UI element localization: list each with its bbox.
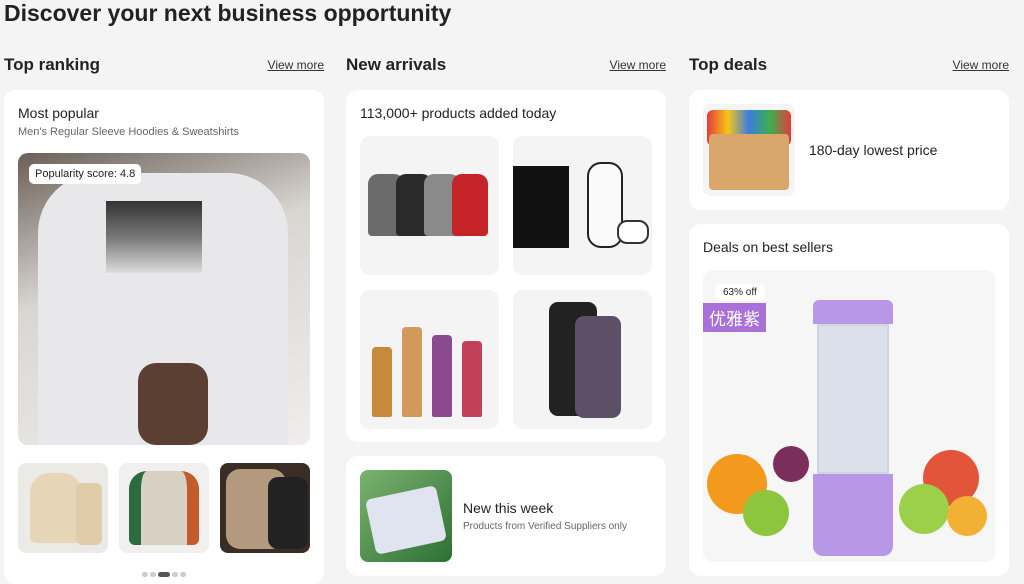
top-ranking-header: Top ranking View more (4, 50, 324, 80)
hero-product-image[interactable]: Popularity score: 4.8 (18, 153, 310, 445)
most-popular-card[interactable]: Most popular Men's Regular Sleeve Hoodie… (4, 90, 324, 584)
top-deals-header: Top deals View more (689, 50, 1009, 80)
new-arrivals-heading: New arrivals (346, 55, 447, 74)
best-sellers-card[interactable]: Deals on best sellers 优雅紫 63% off (689, 224, 1009, 576)
popularity-value: 4.8 (120, 168, 136, 180)
sweatshirt-print (106, 201, 202, 273)
new-arrivals-header: New arrivals View more (346, 50, 666, 80)
product-tile-phone[interactable] (513, 290, 652, 429)
new-arrivals-card[interactable]: 113,000+ products added today (346, 90, 666, 442)
most-popular-subtitle: Men's Regular Sleeve Hoodies & Sweatshir… (18, 126, 239, 138)
model-arm (138, 363, 208, 445)
product-thumbnails (18, 463, 310, 553)
lowest-price-card[interactable]: 180-day lowest price (689, 90, 1009, 210)
blender-image[interactable]: 优雅紫 63% off (703, 270, 995, 562)
blender-product (813, 300, 893, 556)
snack-box-image (703, 104, 795, 196)
popularity-label: Popularity score: (35, 168, 117, 180)
top-deals-view-more-link[interactable]: View more (953, 58, 1009, 72)
carousel-dots (4, 564, 324, 582)
top-deals-heading: Top deals (689, 55, 768, 74)
products-added-title: 113,000+ products added today (360, 105, 557, 121)
product-tile-jackets[interactable] (360, 136, 499, 275)
carousel-dot[interactable] (172, 572, 178, 577)
product-tile-perfume[interactable] (360, 290, 499, 429)
new-this-week-image (360, 470, 452, 562)
discount-badge: 63% off (715, 284, 765, 301)
lowest-price-text: 180-day lowest price (809, 142, 938, 158)
carousel-dot[interactable] (150, 572, 156, 577)
product-tile-console[interactable] (513, 136, 652, 275)
thumbnail-hoodie-set[interactable] (18, 463, 108, 553)
page-title: Discover your next business opportunity (4, 0, 452, 26)
best-sellers-title: Deals on best sellers (703, 239, 833, 255)
top-ranking-heading: Top ranking (4, 55, 101, 74)
most-popular-title: Most popular (18, 105, 99, 121)
new-arrivals-view-more-link[interactable]: View more (610, 58, 666, 72)
top-ranking-section: Top ranking View more Most popular Men's… (4, 50, 324, 584)
brand-tag: 优雅紫 (703, 303, 766, 332)
top-ranking-view-more-link[interactable]: View more (268, 58, 324, 72)
thumbnail-sweater[interactable] (119, 463, 209, 553)
new-this-week-card[interactable]: New this week Products from Verified Sup… (346, 456, 666, 576)
new-arrivals-section: New arrivals View more 113,000+ products… (346, 50, 666, 576)
top-deals-section: Top deals View more 180-day lowest price… (689, 50, 1009, 576)
popularity-badge: Popularity score: 4.8 (29, 164, 142, 184)
carousel-dot[interactable] (180, 572, 186, 577)
carousel-dot-active[interactable] (158, 572, 170, 577)
new-this-week-title: New this week (463, 500, 554, 516)
thumbnail-hoodies[interactable] (220, 463, 310, 553)
new-this-week-subtitle: Products from Verified Suppliers only (463, 521, 627, 532)
carousel-dot[interactable] (142, 572, 148, 577)
